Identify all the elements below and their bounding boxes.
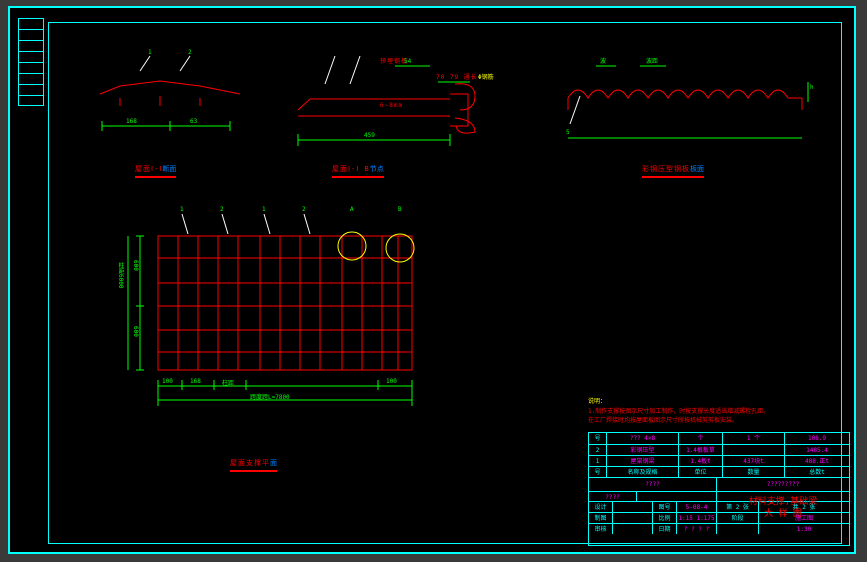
company-sub: ????????? xyxy=(717,478,849,491)
dim-right: 63 xyxy=(190,118,197,125)
note-right2: Φ钢筋 xyxy=(478,72,494,81)
dim-left2: 600 xyxy=(132,326,139,337)
pitch-l: 波 xyxy=(600,56,606,65)
dim-btotal: 跨度跨L=7800 xyxy=(250,392,290,401)
notes-line2: 在工厂焊接时均按屋面板图示尺寸所按机械剪剪板安装。 xyxy=(588,417,738,424)
dim-h: h xyxy=(810,84,814,91)
svg-text:5: 5 xyxy=(566,129,570,136)
dim-left1: 600 xyxy=(132,260,139,271)
leadB: B xyxy=(398,206,402,213)
detail-section-ii: 1 2 168 63 xyxy=(90,46,260,156)
leadA: A xyxy=(350,206,354,213)
notes-line1: 1.制作支撑按图示尺寸加工制作，时按支撑长度适当增减螺栓孔距。 xyxy=(588,408,769,415)
svg-text:1: 1 xyxy=(148,49,152,56)
dim-left: 168 xyxy=(126,118,137,125)
dim-b1: 100 xyxy=(162,378,173,385)
dim-main: 459 xyxy=(364,132,375,139)
detail-node-b: 预埋钢板 54 70 79 通长 Φ钢筋 6~8mm 459 xyxy=(280,44,510,154)
detail-corrugated: 5 波 波距 h xyxy=(556,54,826,154)
dim-b4: 100 xyxy=(386,378,397,385)
dim-b2: 168 xyxy=(190,378,201,385)
notes-block: 说明： 1.制作支撑按图示尺寸加工制作，时按支撑长度适当增减螺栓孔距。 在工厂焊… xyxy=(588,397,848,426)
note-right1: 70 79 通长 xyxy=(436,72,478,81)
note-bottom: 6~8mm xyxy=(380,102,403,109)
lead4: 2 xyxy=(302,206,306,213)
caption-node-b: 屋面Ⅰ-Ⅰ B节点 xyxy=(332,156,384,178)
caption-plan: 屋面支撑平面 xyxy=(230,450,277,472)
notes-heading: 说明： xyxy=(588,398,606,405)
lead1: 1 xyxy=(180,206,184,213)
svg-text:2: 2 xyxy=(188,49,192,56)
dim-small: 54 xyxy=(404,58,411,65)
cad-viewport[interactable]: 1 2 168 63 屋面Ⅰ-Ⅰ断面 预埋钢板 xyxy=(8,6,856,554)
left-stamp-box xyxy=(18,18,44,106)
caption-corrugated: 彩钢压型钢板板面 xyxy=(642,156,704,178)
pitch-r: 波距 xyxy=(646,56,658,65)
dim-b3: 柱距 xyxy=(222,378,234,387)
company: ???? xyxy=(589,478,717,491)
lead3: 1 xyxy=(262,206,266,213)
title-block: 号 ??? 4×8 个 1 个 108.9 2 彩钢压型 1.4根板草 1485… xyxy=(588,432,850,546)
caption-section-ii: 屋面Ⅰ-Ⅰ断面 xyxy=(135,156,176,178)
detail-plan: 1 2 1 2 A B 柱距6000 600 600 100 168 柱距 10… xyxy=(110,208,450,438)
lead2: 2 xyxy=(220,206,224,213)
dim-left-total: 柱距6000 xyxy=(116,262,125,288)
